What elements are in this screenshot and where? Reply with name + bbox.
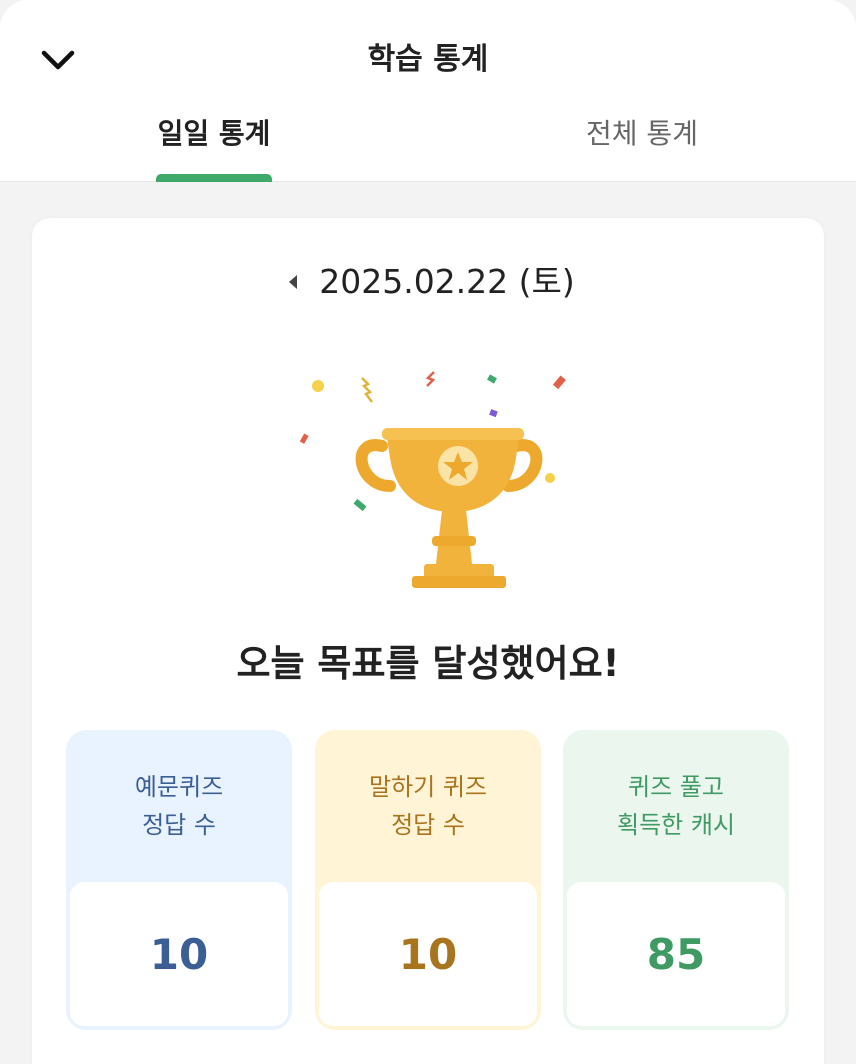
prev-date-button[interactable] [281, 270, 305, 294]
goal-achieved-message: 오늘 목표를 달성했어요! [236, 642, 620, 685]
stat-card-label-line1: 말하기 퀴즈 [368, 773, 488, 801]
caret-left-icon [289, 275, 298, 289]
tab-total-stats[interactable]: 전체 통계 [492, 110, 792, 158]
stat-card-value: 10 [70, 882, 288, 1026]
trophy-icon [299, 371, 612, 588]
confetti-piece [552, 375, 566, 390]
confetti-piece [487, 374, 497, 384]
stat-card-header: 퀴즈 풀고 획득한 캐시 [563, 730, 789, 882]
top-bar: 학습 통계 일일 통계 전체 통계 [0, 0, 856, 182]
confetti-piece [361, 377, 373, 403]
stat-card-label-line1: 예문퀴즈 [134, 773, 224, 801]
trophy-rim [382, 428, 524, 440]
active-tab-indicator [156, 174, 272, 182]
stat-card-header: 예문퀴즈 정답 수 [66, 730, 292, 882]
stat-card-label-line2: 정답 수 [391, 811, 465, 839]
stat-card-value: 85 [567, 882, 785, 1026]
confetti-piece [353, 498, 367, 512]
stat-card-sentence-quiz: 예문퀴즈 정답 수 10 [66, 730, 292, 1030]
daily-stats-card: 2025.02.22 (토) 오늘 목표를 달성했어요! 예문퀴즈 정답 수 1… [32, 218, 824, 1064]
confetti-piece [425, 371, 436, 387]
confetti-piece [489, 409, 498, 418]
trophy-illustration [254, 358, 612, 598]
stat-card-speaking-quiz: 말하기 퀴즈 정답 수 10 [315, 730, 541, 1030]
tab-daily-stats[interactable]: 일일 통계 [64, 110, 364, 158]
stat-card-value: 10 [319, 882, 537, 1026]
trophy-handle-left [355, 439, 396, 492]
trophy-base [412, 576, 506, 588]
stat-card-label-line2: 정답 수 [142, 811, 216, 839]
confetti-piece [545, 473, 555, 483]
date-navigator: 2025.02.22 (토) [32, 260, 824, 304]
current-date: 2025.02.22 (토) [319, 262, 575, 301]
trophy-base-top [424, 564, 494, 578]
stat-card-cash-earned: 퀴즈 풀고 획득한 캐시 85 [563, 730, 789, 1030]
stat-card-label-line1: 퀴즈 풀고 [628, 773, 724, 801]
stat-card-header: 말하기 퀴즈 정답 수 [315, 730, 541, 882]
stat-card-label-line2: 획득한 캐시 [616, 811, 736, 839]
confetti-piece [312, 380, 324, 392]
confetti-piece [299, 433, 309, 444]
trophy-ring [432, 536, 476, 546]
page-title: 학습 통계 [367, 42, 489, 77]
